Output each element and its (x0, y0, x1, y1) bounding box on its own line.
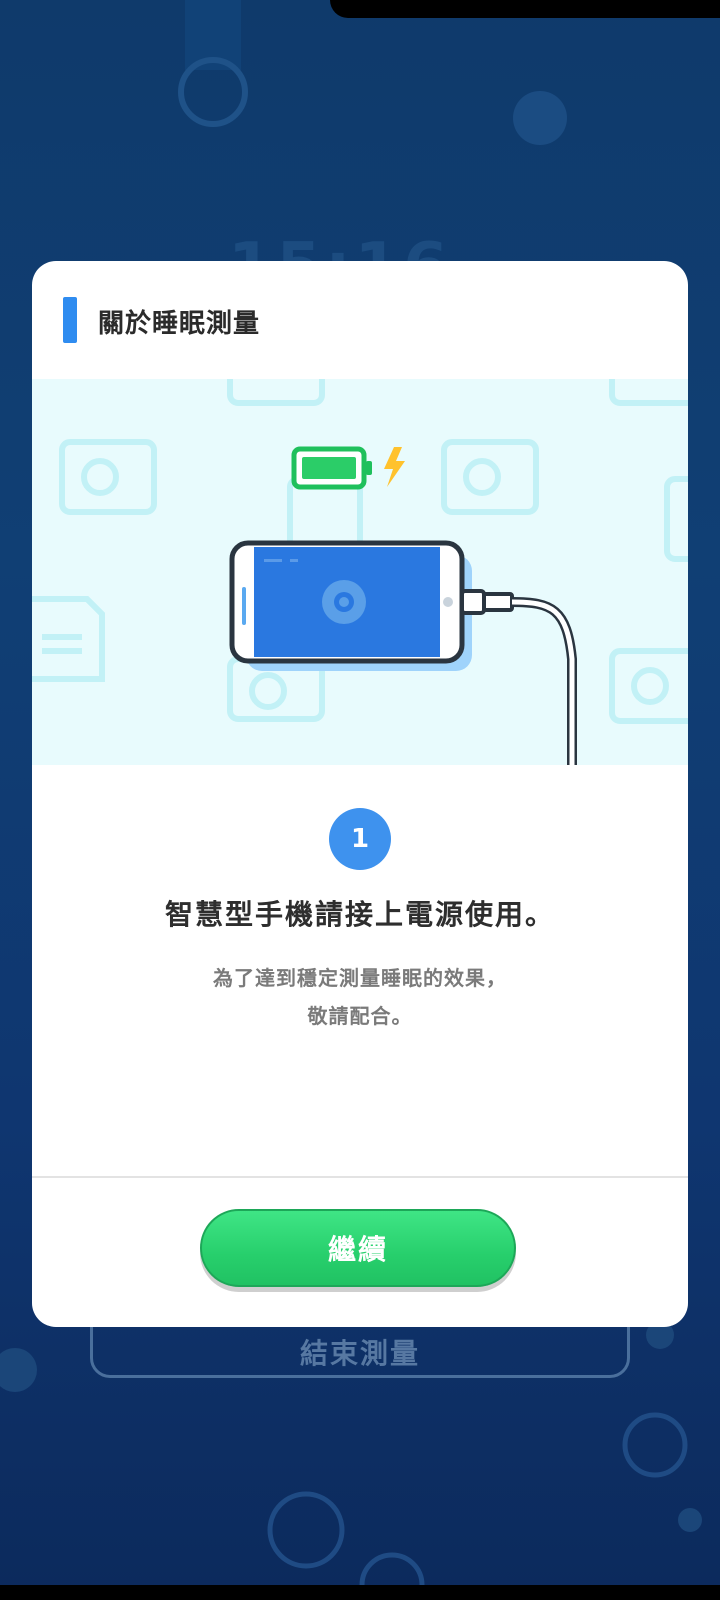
step-title: 智慧型手機請接上電源使用。 (164, 898, 555, 931)
phone-charging-icon (229, 540, 577, 765)
dialog-title: 關於睡眠測量 (98, 309, 261, 339)
navigation-bar (0, 1585, 720, 1600)
lightning-icon (384, 447, 405, 487)
continue-button[interactable]: 繼續 (200, 1209, 516, 1287)
battery-full-icon (291, 446, 372, 490)
header-accent-bar (63, 297, 77, 343)
step-description: 為了達到穩定測量睡眠的效果， 敬請配合。 (32, 959, 688, 1035)
charging-illustration (32, 379, 688, 765)
about-sleep-dialog: 關於睡眠測量 1 智慧型手機請接上電源使用。 為了達到穩定測量睡眠的效果， 敬請… (32, 261, 688, 1327)
step-number-badge: 1 (329, 808, 391, 870)
step-description-line-2: 敬請配合。 (307, 1004, 413, 1028)
dialog-divider (32, 1176, 688, 1178)
dialog-header: 關於睡眠測量 (32, 261, 688, 378)
step-description-line-1: 為了達到穩定測量睡眠的效果， (213, 966, 507, 990)
